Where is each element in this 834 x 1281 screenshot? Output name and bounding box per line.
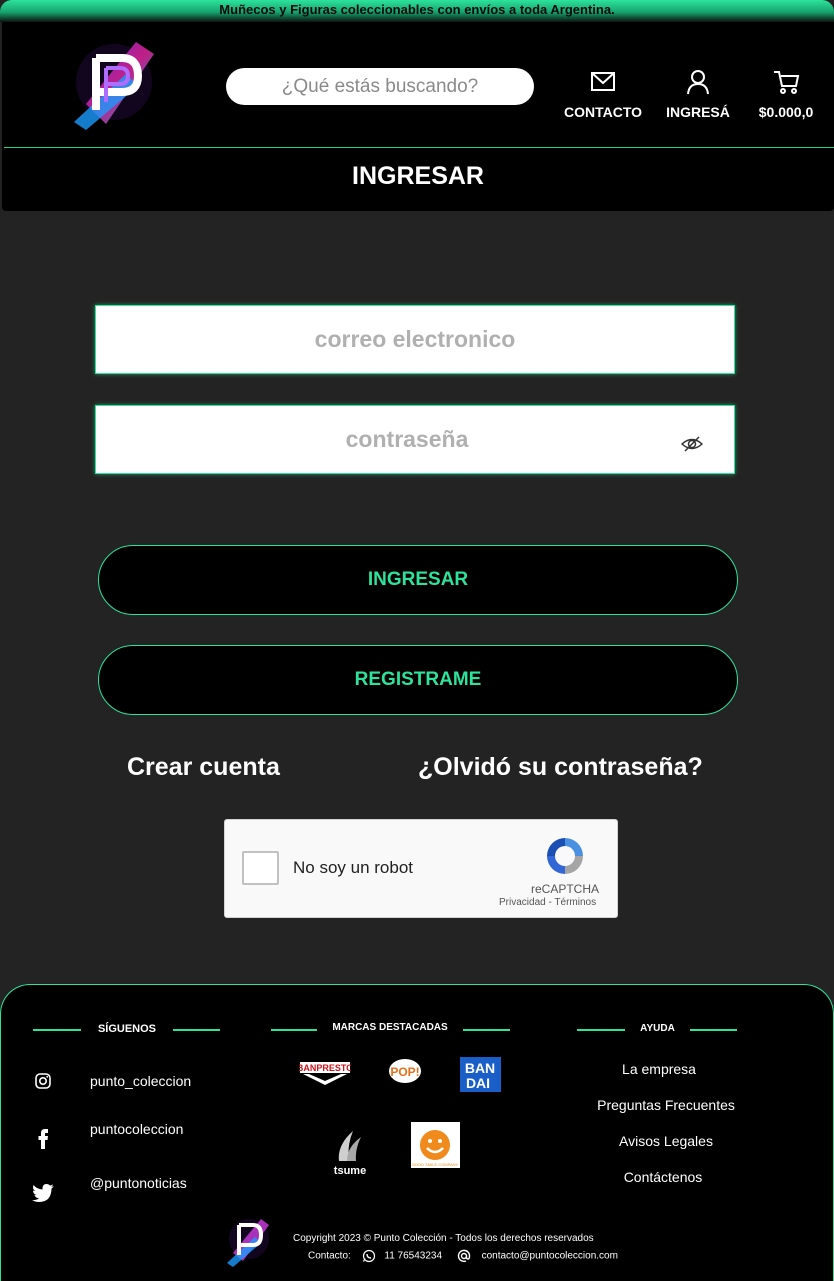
contact-email[interactable]: contacto@puntocoleccion.com xyxy=(482,1251,618,1262)
password-field[interactable] xyxy=(95,405,735,474)
footer-logo[interactable] xyxy=(223,1213,275,1269)
recaptcha-icon xyxy=(547,838,583,874)
pop-text: POP! xyxy=(390,1065,419,1079)
contact-label: Contacto: xyxy=(308,1250,351,1262)
recaptcha-checkbox[interactable] xyxy=(242,851,279,885)
help-link-legal[interactable]: Avisos Legales xyxy=(576,1133,756,1149)
at-sign-icon xyxy=(457,1249,471,1263)
cart-total: $0.000,0 xyxy=(758,104,814,120)
facebook-icon xyxy=(38,1129,48,1149)
help-link-company[interactable]: La empresa xyxy=(569,1061,749,1077)
nav-contact[interactable]: CONTACTO xyxy=(562,68,644,120)
footer-follow-heading: SÍGUENOS xyxy=(97,1023,157,1035)
copyright-text: Copyright 2023 © Punto Colección - Todos… xyxy=(293,1233,594,1244)
footer-brands-heading: MARCAS DESTACADAS xyxy=(332,1022,448,1033)
page-title: INGRESAR xyxy=(352,162,484,190)
nav-login[interactable]: INGRESÁ xyxy=(664,68,732,120)
whatsapp-icon xyxy=(362,1249,375,1263)
site-logo[interactable] xyxy=(66,34,166,134)
recaptcha-label: No soy un robot xyxy=(293,858,414,877)
recaptcha-links[interactable]: Privacidad - Términos xyxy=(499,897,596,908)
announcement-text: Muñecos y Figuras coleccionables con env… xyxy=(219,2,615,17)
footer-divider xyxy=(33,1029,81,1031)
footer-divider xyxy=(271,1029,317,1031)
nav-contact-label: CONTACTO xyxy=(563,104,643,120)
twitter-handle: @puntonoticias xyxy=(90,1175,187,1191)
eye-off-icon[interactable] xyxy=(680,432,704,456)
footer: SÍGUENOS punto_coleccion puntocoleccion … xyxy=(0,984,834,1281)
brand-tsume-logo[interactable]: tsume xyxy=(329,1127,371,1179)
nav-login-label: INGRESÁ xyxy=(666,104,730,120)
announcement-bar: Muñecos y Figuras coleccionables con env… xyxy=(0,0,834,22)
cart-icon xyxy=(774,71,800,94)
brand-goodsmile-logo[interactable]: GOOD SMILE COMPANY xyxy=(411,1122,460,1168)
footer-divider xyxy=(690,1029,737,1031)
twitter-icon xyxy=(32,1184,54,1202)
register-button[interactable]: REGISTRAME xyxy=(98,645,738,715)
tsume-text: tsume xyxy=(334,1165,366,1177)
footer-divider xyxy=(577,1029,625,1031)
nav-cart[interactable]: $0.000,0 xyxy=(750,68,822,120)
footer-help-heading: AYUDA xyxy=(640,1023,675,1034)
instagram-icon xyxy=(35,1073,51,1089)
bandai-text-bottom: DAI xyxy=(466,1075,490,1091)
header: CONTACTO INGRESÁ $0.000,0 INGRESAR xyxy=(2,22,834,211)
brand-banpresto-logo[interactable]: BANPRESTO xyxy=(297,1061,353,1087)
footer-divider xyxy=(463,1029,510,1031)
recaptcha-brand: reCAPTCHA xyxy=(531,882,600,896)
search-input[interactable] xyxy=(226,68,534,105)
create-account-link[interactable]: Crear cuenta xyxy=(127,753,280,782)
footer-divider xyxy=(173,1029,220,1031)
bandai-text-top: BAN xyxy=(465,1060,495,1076)
login-button[interactable]: INGRESAR xyxy=(98,545,738,615)
mail-icon xyxy=(591,72,615,91)
goodsmile-text: GOOD SMILE COMPANY xyxy=(412,1162,459,1167)
header-divider xyxy=(4,147,834,148)
instagram-handle: punto_coleccion xyxy=(90,1073,192,1089)
contact-phone[interactable]: 11 76543234 xyxy=(384,1251,442,1262)
facebook-handle: puntocoleccion xyxy=(90,1121,184,1137)
brand-funko-pop-logo[interactable]: POP! xyxy=(387,1057,423,1087)
forgot-password-link[interactable]: ¿Olvidó su contraseña? xyxy=(418,753,703,782)
recaptcha-widget: No soy un robot reCAPTCHA Privacidad - T… xyxy=(224,819,618,918)
email-field[interactable] xyxy=(95,305,735,374)
help-link-faq[interactable]: Preguntas Frecuentes xyxy=(576,1097,756,1113)
user-icon xyxy=(687,70,709,95)
help-link-contact[interactable]: Contáctenos xyxy=(573,1169,753,1185)
banpresto-text: BANPRESTO xyxy=(299,1063,351,1073)
brand-bandai-logo[interactable]: BAN DAI xyxy=(460,1057,501,1092)
footer-contact-row: Contacto: 11 76543234 contacto@puntocole… xyxy=(308,1249,618,1263)
